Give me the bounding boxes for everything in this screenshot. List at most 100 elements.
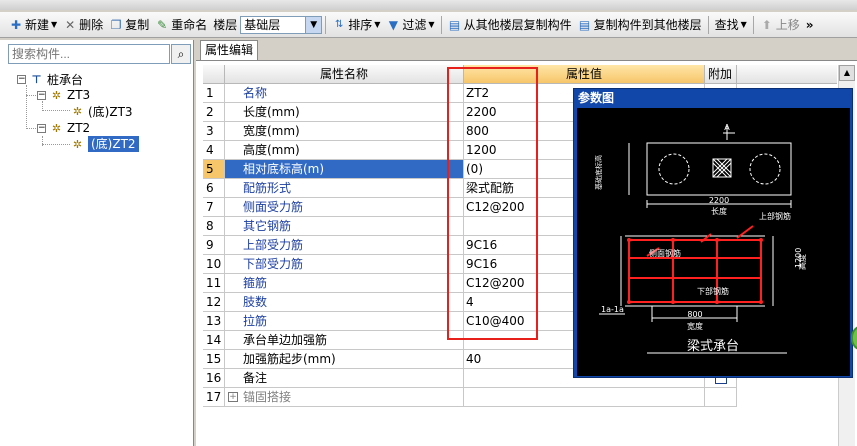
property-name-cell[interactable]: 名称: [225, 84, 464, 103]
bottom-rebar-label: 下部钢筋: [697, 286, 729, 296]
property-value-cell[interactable]: [464, 388, 705, 407]
parameter-diagram-canvas: A 2200 长度 基础底标高 上部钢筋 侧面钢筋 下部钢筋 1200 高度 1…: [577, 108, 850, 376]
property-name-cell[interactable]: 其它钢筋: [225, 217, 464, 236]
dropdown-arrow-icon: ▼: [374, 20, 381, 29]
row-number: 6: [203, 179, 225, 198]
row-number: 10: [203, 255, 225, 274]
property-name-cell[interactable]: 加强筋起步(mm): [225, 350, 464, 369]
length-text-label: 长度: [711, 206, 727, 216]
property-name-text: 宽度(mm): [243, 124, 300, 138]
property-name-cell[interactable]: 箍筋: [225, 274, 464, 293]
search-icon: ⌕: [177, 47, 185, 61]
toolbar-separator: [752, 15, 754, 34]
find-button[interactable]: 查找 ▼: [712, 14, 750, 36]
dropdown-arrow-icon: ▼: [428, 20, 435, 29]
property-name-text: 配筋形式: [243, 181, 292, 195]
search-input[interactable]: [8, 44, 170, 64]
height-text-label: 高度: [797, 254, 807, 270]
collapse-toggle-icon[interactable]: −: [37, 90, 46, 100]
component-tree-panel: ⌕ − ⊤ 桩承台 − ✲ ZT3 ✲ (底)ZT3 − ✲ ZT2 ✲ (底)…: [0, 40, 194, 446]
tree-item-label: ZT3: [67, 88, 91, 102]
copy-button[interactable]: ❐ 复制: [106, 14, 152, 36]
table-row[interactable]: 17 + 锚固搭接: [203, 388, 737, 407]
side-rebar-label: 侧面钢筋: [649, 248, 681, 258]
new-button[interactable]: ✚ 新建 ▼: [6, 14, 60, 36]
floor-select[interactable]: 基础层 ▼: [240, 15, 323, 34]
header-property-value[interactable]: 属性值: [464, 65, 705, 84]
tree-connector: [26, 128, 36, 129]
property-name-text: 长度(mm): [243, 105, 300, 119]
property-name-cell[interactable]: 承台单边加强筋: [225, 331, 464, 350]
filter-icon: ▼: [388, 17, 399, 32]
property-name-text: 备注: [243, 371, 268, 385]
collapse-toggle-icon[interactable]: −: [37, 123, 46, 133]
new-icon: ✚: [10, 17, 22, 32]
property-name-cell[interactable]: 拉筋: [225, 312, 464, 331]
parameter-diagram-title: 参数图: [578, 91, 615, 105]
tree-item-zt3[interactable]: − ✲ ZT3: [37, 87, 90, 103]
search-button[interactable]: ⌕: [171, 44, 191, 64]
tree-root-label: 桩承台: [47, 72, 84, 87]
property-name-cell[interactable]: + 锚固搭接: [225, 388, 464, 407]
property-name-cell[interactable]: 侧面受力筋: [225, 198, 464, 217]
property-name-cell[interactable]: 相对底标高(m): [225, 160, 464, 179]
property-name-cell[interactable]: 下部受力筋: [225, 255, 464, 274]
property-name-cell[interactable]: 长度(mm): [225, 103, 464, 122]
header-filler: [737, 65, 837, 84]
move-up-button[interactable]: ⬆ 上移: [757, 14, 803, 36]
dropdown-arrow-icon: ▼: [740, 20, 747, 29]
extra-cell[interactable]: [705, 388, 737, 407]
component-icon: ✲: [51, 121, 62, 135]
property-name-text: 下部受力筋: [243, 257, 304, 271]
header-extra[interactable]: 附加: [705, 65, 737, 84]
row-number: 16: [203, 369, 225, 388]
property-name-text: 拉筋: [243, 314, 268, 328]
tree-item-zt2[interactable]: − ✲ ZT2: [37, 120, 90, 136]
component-icon: ✲: [51, 88, 62, 102]
pile-cap-icon: ⊤: [31, 72, 42, 86]
property-name-cell[interactable]: 高度(mm): [225, 141, 464, 160]
property-name-cell[interactable]: 备注: [225, 369, 464, 388]
tree-item-zt2-bottom[interactable]: ✲ (底)ZT2: [71, 136, 139, 152]
row-number: 1: [203, 84, 225, 103]
property-name-text: 锚固搭接: [243, 390, 292, 404]
toolbar-separator: [325, 15, 327, 34]
property-name-text: 承台单边加强筋: [243, 333, 328, 347]
tab-property-edit[interactable]: 属性编辑: [200, 40, 258, 60]
menu-strip-cut: [0, 0, 857, 10]
row-number: 3: [203, 122, 225, 141]
tree-item-label: ZT2: [67, 121, 91, 135]
property-name-cell[interactable]: 宽度(mm): [225, 122, 464, 141]
section-label: 1a-1a: [601, 305, 624, 314]
property-name-cell[interactable]: 配筋形式: [225, 179, 464, 198]
row-number: 17: [203, 388, 225, 407]
tree-connector: [42, 110, 70, 111]
delete-button[interactable]: ✕ 删除: [60, 14, 106, 36]
row-number: 15: [203, 350, 225, 369]
rename-icon: ✎: [157, 17, 168, 32]
row-number: 12: [203, 293, 225, 312]
collapse-toggle-icon[interactable]: −: [17, 74, 26, 84]
toolbar-overflow-button[interactable]: »: [803, 14, 817, 36]
tree-connector: [26, 85, 27, 129]
property-name-cell[interactable]: 上部受力筋: [225, 236, 464, 255]
copy-to-floor-button[interactable]: ▤ 复制构件到其他楼层: [575, 14, 705, 36]
floor-label: 楼层: [213, 18, 238, 32]
property-name-cell[interactable]: 肢数: [225, 293, 464, 312]
component-icon: ✲: [72, 137, 83, 151]
copy-from-floor-button[interactable]: ▤ 从其他楼层复制构件: [445, 14, 575, 36]
tree-item-zt3-bottom[interactable]: ✲ (底)ZT3: [71, 103, 133, 119]
expand-icon[interactable]: +: [228, 392, 238, 402]
rename-button[interactable]: ✎ 重命名: [152, 14, 210, 36]
component-icon: ✲: [72, 104, 83, 118]
sort-button[interactable]: ⇅ 排序 ▼: [329, 14, 383, 36]
row-number: 13: [203, 312, 225, 331]
header-num: [203, 65, 225, 84]
scroll-up-icon[interactable]: ▲: [839, 65, 855, 81]
property-name-text: 相对底标高(m): [243, 162, 325, 176]
dim-length-label: 2200: [709, 196, 729, 205]
tree-root[interactable]: − ⊤ 桩承台: [17, 71, 83, 87]
header-property-name[interactable]: 属性名称: [225, 65, 464, 84]
filter-button[interactable]: ▼ 过滤 ▼: [383, 14, 437, 36]
top-mark-label: A: [724, 123, 730, 132]
